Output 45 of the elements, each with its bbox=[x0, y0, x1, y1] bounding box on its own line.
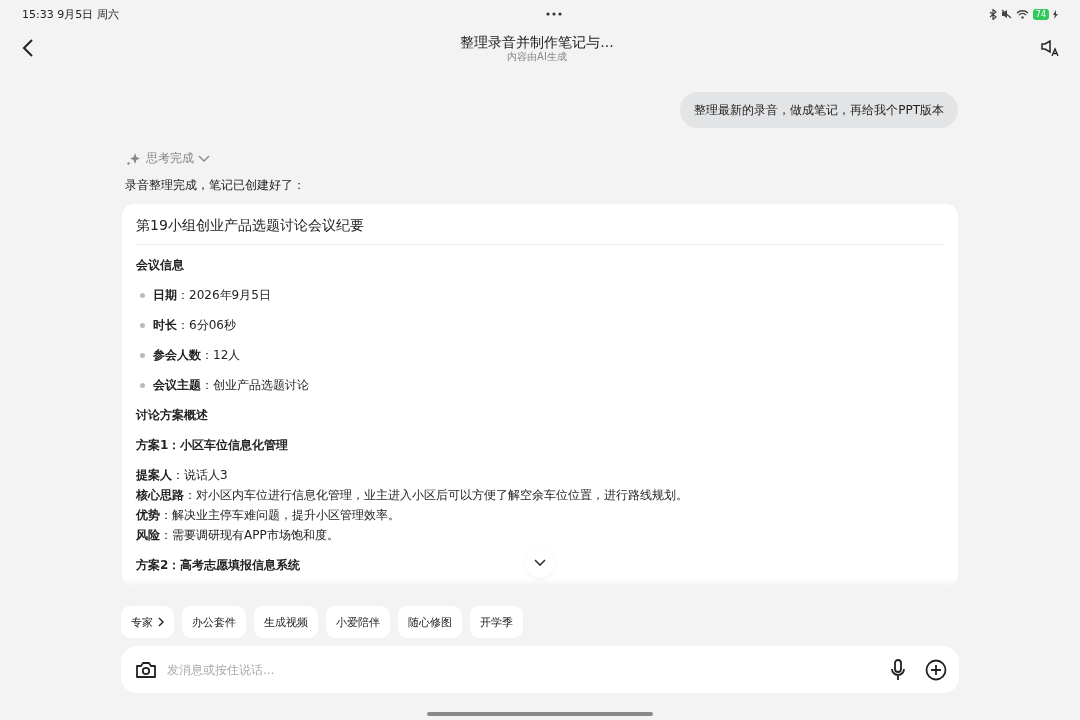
section-heading: 讨论方案概述 bbox=[136, 407, 209, 424]
microphone-button[interactable] bbox=[891, 658, 905, 681]
note-line: 提案人：说话人3 bbox=[136, 467, 229, 484]
scroll-down-button[interactable] bbox=[525, 548, 555, 578]
back-icon bbox=[22, 38, 34, 58]
user-message: 整理最新的录音，做成笔记，再给我个PPT版本 bbox=[680, 92, 958, 128]
bluetooth-icon bbox=[988, 8, 997, 20]
shortcut-chip[interactable]: 专家 bbox=[121, 606, 174, 638]
shortcut-chip[interactable]: 生成视频 bbox=[254, 606, 318, 638]
status-time: 15:33 9月5日 周六 bbox=[22, 6, 119, 22]
shortcut-chip[interactable]: 随心修图 bbox=[398, 606, 462, 638]
bullet-icon bbox=[140, 322, 145, 328]
bullet-icon bbox=[140, 292, 145, 298]
chat-title: 整理录音并制作笔记与... bbox=[460, 33, 614, 51]
chevron-icon bbox=[158, 617, 164, 627]
mute-icon bbox=[1000, 9, 1012, 19]
bullet-icon bbox=[140, 382, 145, 388]
list-item: 参会人数：12人 bbox=[153, 347, 241, 364]
plan-heading: 方案2：高考志愿填报信息系统 bbox=[136, 557, 301, 574]
message-composer[interactable]: 发消息或按住说话... bbox=[121, 646, 959, 693]
reply-text: 录音整理完成，笔记已创建好了： bbox=[124, 177, 306, 194]
shortcut-chip[interactable]: 小爱陪伴 bbox=[326, 606, 390, 638]
shortcut-chip[interactable]: 办公套件 bbox=[182, 606, 246, 638]
charging-icon bbox=[1053, 9, 1058, 19]
wifi-icon bbox=[1015, 9, 1029, 19]
note-title: 第19小组创业产品选题讨论会议纪要 bbox=[136, 216, 365, 234]
ai-disclaimer: 内容由AI生成 bbox=[507, 51, 567, 63]
list-item: 会议主题：创业产品选题讨论 bbox=[153, 377, 309, 394]
note-line: 风险：需要调研现有APP市场饱和度。 bbox=[136, 527, 340, 544]
more-icon bbox=[545, 12, 562, 16]
chevron-icon bbox=[534, 559, 546, 567]
sparkle-icon bbox=[126, 151, 142, 166]
list-item: 日期：2026年9月5日 bbox=[153, 287, 271, 304]
camera-button[interactable] bbox=[135, 660, 157, 679]
bullet-icon bbox=[140, 352, 145, 358]
chevron-icon bbox=[198, 154, 210, 163]
plan-heading: 方案1：小区车位信息化管理 bbox=[136, 437, 289, 454]
add-button[interactable] bbox=[925, 658, 947, 681]
note-line: 优势：解决业主停车难问题，提升小区管理效率。 bbox=[136, 507, 401, 524]
message-input[interactable]: 发消息或按住说话... bbox=[165, 661, 883, 678]
battery-level: 74 bbox=[1032, 8, 1049, 20]
section-heading: 会议信息 bbox=[136, 257, 185, 274]
note-line: 核心思路：对小区内车位进行信息化管理，业主进入小区后可以方便了解空余车位位置，进行路线规划。 bbox=[136, 487, 689, 504]
shortcut-chip[interactable]: 开学季 bbox=[470, 606, 523, 638]
list-item: 时长：6分06秒 bbox=[153, 317, 236, 334]
